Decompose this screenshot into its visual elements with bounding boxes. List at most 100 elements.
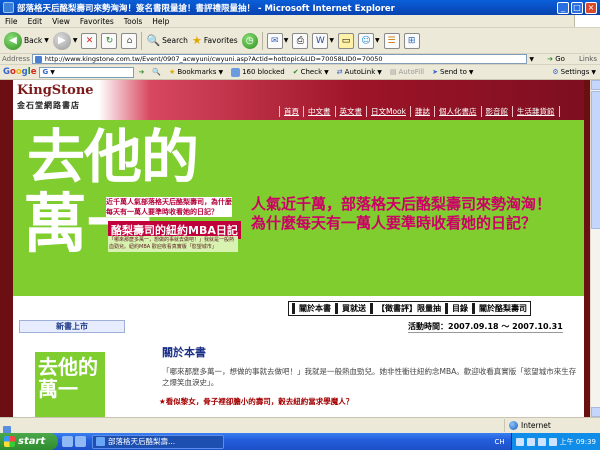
menu-tools[interactable]: Tools [119, 17, 147, 26]
chevron-down-icon: ▼ [324, 68, 329, 76]
refresh-button[interactable]: ↻ [99, 30, 119, 52]
nav-personal-store[interactable]: 個人化書店 [435, 106, 482, 117]
link-about-book[interactable]: 關於本書 [296, 303, 334, 314]
scroll-thumb[interactable] [591, 91, 600, 229]
google-search-options[interactable]: 🔍 [148, 68, 165, 76]
autolink-icon: ⇄ [336, 68, 343, 76]
note-icon: ▭ [337, 32, 354, 49]
event-period: 活動時間：2007.09.18 ～ 2007.10.31 [408, 321, 563, 333]
spellcheck-button[interactable]: ✔ Check ▼ [289, 68, 333, 76]
slogan-line2: 為什麼每天有一萬人要準時收看她的日記？ [251, 214, 537, 232]
go-button[interactable]: ➔ Go [536, 55, 576, 63]
forward-button[interactable]: ▶ ▼ [51, 30, 80, 52]
home-icon: ⌂ [121, 32, 138, 49]
edit-page-icon: W [312, 32, 329, 49]
chevron-down-icon: ▼ [468, 68, 474, 76]
autofill-icon: ▤ [389, 68, 397, 76]
google-logo[interactable]: Google [0, 67, 39, 77]
autofill-button[interactable]: ▤ AutoFill [386, 68, 428, 76]
tray-icon[interactable] [526, 437, 535, 446]
messenger-icon: ☺ [357, 32, 374, 49]
page-viewport: KingStone 金石堂網路書店 首頁 中文書 英文書 日文Mook 雜誌 個… [0, 80, 590, 417]
scroll-up-button[interactable] [591, 80, 600, 90]
menu-favorites[interactable]: Favorites [75, 17, 119, 26]
tray-icon[interactable] [537, 437, 546, 446]
start-button[interactable]: start [0, 433, 58, 450]
window-title: 部落格天后酪梨壽司來勢洶洶！簽名書限量搶！書評禮限量抽！ - Microsoft… [17, 3, 395, 14]
autolink-button[interactable]: ⇄ AutoLink ▼ [333, 68, 386, 76]
site-nav: 首頁 中文書 英文書 日文Mook 雜誌 個人化書店 影音館 生活雜貨館 [279, 106, 560, 117]
quicklaunch-icon[interactable] [62, 436, 73, 447]
link-buy-gift[interactable]: 買就送 [339, 303, 369, 314]
tray-icon[interactable] [548, 437, 557, 446]
book-highlight: ★看似黎女，骨子裡卻膽小的壽司，穀去紐約當求學魔人？ [159, 397, 354, 406]
minimize-button[interactable]: _ [557, 1, 569, 14]
maximize-button[interactable]: □ [571, 1, 583, 14]
chevron-down-icon[interactable]: ▼ [527, 56, 536, 63]
links-button[interactable]: Links [576, 55, 600, 63]
taskbar-ie-window[interactable]: 部落格天后酪梨壽... [92, 434, 224, 449]
refresh-icon: ↻ [101, 32, 118, 49]
google-search-input[interactable]: G ▼ [39, 66, 135, 78]
popup-blocker-button[interactable]: 160 blocked [227, 67, 289, 77]
vertical-scrollbar[interactable] [590, 80, 600, 417]
stop-button[interactable]: ✕ [79, 30, 99, 52]
back-button[interactable]: ◀ Back ▼ [2, 30, 51, 52]
search-icon: 🔍 [146, 34, 161, 47]
link-contents[interactable]: 目錄 [449, 303, 471, 314]
sendto-button[interactable]: ➤ Send to ▼ [428, 68, 477, 76]
menu-file[interactable]: File [0, 17, 23, 26]
chevron-down-icon: ▼ [72, 37, 78, 44]
stop-icon: ✕ [81, 32, 98, 49]
link-about-author[interactable]: 關於酪梨壽司 [476, 303, 530, 314]
back-label: Back [24, 36, 43, 45]
autolink-label: AutoLink [344, 68, 376, 76]
language-indicator[interactable]: CH [494, 438, 510, 446]
favorites-button[interactable]: ★ Favorites [190, 30, 240, 52]
toolbar-divider [261, 31, 263, 50]
nav-lifestyle[interactable]: 生活雜貨館 [513, 106, 560, 117]
nav-english-books[interactable]: 英文書 [336, 106, 367, 117]
kingstone-logo[interactable]: KingStone 金石堂網路書店 [17, 83, 94, 111]
home-button[interactable]: ⌂ [119, 30, 139, 52]
close-button[interactable]: × [585, 1, 597, 14]
bookmarks-button[interactable]: ★ Bookmarks ▼ [165, 68, 227, 76]
nav-magazines[interactable]: 雜誌 [411, 106, 435, 117]
scroll-down-button[interactable] [591, 407, 600, 417]
favorites-label: Favorites [203, 36, 238, 45]
network-button[interactable]: ⊞ [402, 30, 422, 52]
research-icon: ☰ [383, 32, 400, 49]
mail-button[interactable]: ✉ ▼ [265, 30, 291, 52]
book-cover[interactable]: 去他的萬一 [35, 352, 105, 417]
settings-label: Settings [560, 68, 590, 76]
menu-edit[interactable]: Edit [23, 17, 48, 26]
edit-button[interactable]: W ▼ [310, 30, 336, 52]
link-divider [292, 303, 295, 314]
back-arrow-icon: ◀ [4, 31, 22, 50]
link-review-draw[interactable]: 【徵書評】限量抽 [374, 303, 444, 314]
discuss-button[interactable]: ▭ [336, 30, 356, 52]
research-button[interactable]: ☰ [382, 30, 402, 52]
menu-help[interactable]: Help [147, 17, 174, 26]
tray-icon[interactable] [515, 437, 524, 446]
check-icon: ✔ [292, 68, 299, 76]
windows-flag-icon [4, 436, 15, 447]
print-button[interactable]: ⎙ [290, 30, 310, 52]
address-input[interactable]: http://www.kingstone.com.tw/Event/0907_a… [31, 54, 528, 64]
settings-button[interactable]: ⚙ Settings ▼ [548, 68, 600, 76]
history-button[interactable]: ◷ [240, 30, 260, 52]
window-titlebar: 部落格天后酪梨壽司來勢洶洶！簽名書限量搶！書評禮限量抽！ - Microsoft… [0, 0, 600, 15]
nav-media[interactable]: 影音館 [482, 106, 513, 117]
menu-view[interactable]: View [47, 17, 75, 26]
nav-home[interactable]: 首頁 [279, 106, 304, 117]
search-button[interactable]: 🔍 Search [144, 30, 189, 52]
google-go-button[interactable]: ➔ [134, 68, 148, 76]
menu-bar: File Edit View Favorites Tools Help [0, 15, 600, 28]
nav-chinese-books[interactable]: 中文書 [304, 106, 336, 117]
slogan-line1: 人氣近千萬，部落格天后酪梨壽司來勢洶洶！ [251, 195, 552, 213]
messenger-button[interactable]: ☺ ▼ [356, 30, 382, 52]
zone-label: Internet [521, 421, 551, 430]
quicklaunch-icon[interactable] [75, 436, 86, 447]
promo-banner: 去他的 萬一 近千萬人氣部落格天后酪梨壽司，為什麼每天有一萬人要準時收看她的日記… [13, 120, 584, 316]
nav-japanese-mook[interactable]: 日文Mook [367, 106, 411, 117]
